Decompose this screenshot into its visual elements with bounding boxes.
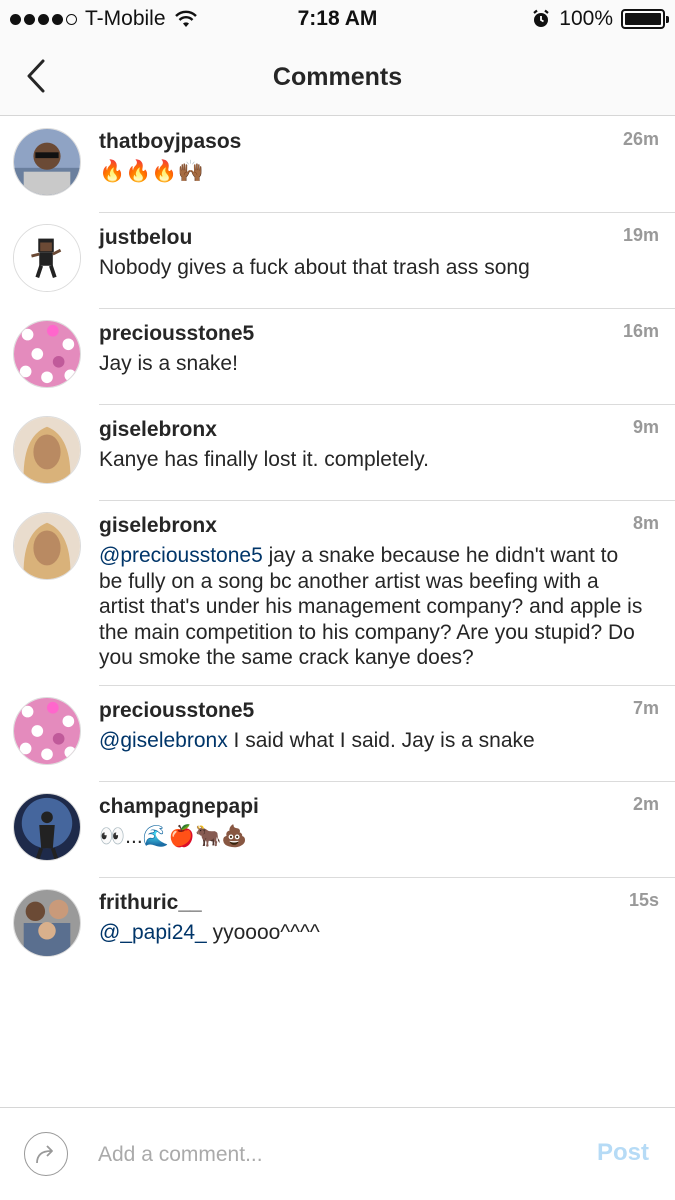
comment-text: 👀...🌊🍎🐂💩 — [99, 824, 248, 848]
battery-percent: 100% — [559, 7, 613, 30]
avatar[interactable] — [13, 792, 81, 861]
mention-link[interactable]: @preciousstone5 — [99, 544, 263, 567]
comment-item[interactable]: frithuric__ 15s @_papi24_ yyoooo^^^^ — [0, 877, 675, 973]
share-button[interactable] — [24, 1132, 68, 1176]
comment-username[interactable]: champagnepapi — [99, 794, 659, 820]
comment-text: 🔥🔥🔥🙌🏾 — [99, 160, 204, 183]
comment-text: Jay is a snake! — [99, 352, 238, 375]
comment-text: Nobody gives a fuck about that trash ass… — [99, 256, 530, 279]
avatar[interactable] — [13, 224, 81, 292]
comment-username[interactable]: justbelou — [99, 225, 659, 251]
comment-username[interactable]: preciousstone5 — [99, 321, 659, 347]
comment-item[interactable]: giselebronx 8m @preciousstone5 jay a sna… — [0, 500, 675, 686]
share-arrow-icon — [36, 1145, 53, 1164]
avatar[interactable] — [13, 696, 81, 765]
comment-body: yyoooo^^^^ — [206, 920, 320, 944]
status-bar: T-Mobile 7:18 AM 100% — [0, 0, 675, 38]
comment-time: 7m — [632, 697, 659, 718]
avatar[interactable] — [13, 416, 81, 484]
page-title: Comments — [272, 63, 403, 91]
comment-item[interactable]: thatboyjpasos 26m 🔥🔥🔥🙌🏾 — [0, 116, 675, 213]
comment-time: 8m — [632, 513, 659, 533]
comment-item[interactable]: giselebronx 9m Kanye has finally lost it… — [0, 404, 675, 501]
comment-item[interactable]: preciousstone5 7m @giselebronx I said wh… — [0, 685, 675, 782]
avatar[interactable] — [13, 888, 81, 957]
comment-item[interactable]: champagnepapi 2m 👀...🌊🍎🐂💩 — [0, 781, 675, 878]
comment-username[interactable]: thatboyjpasos — [99, 129, 659, 155]
comment-composer: Post — [0, 1107, 675, 1200]
comment-text: @giselebronx I said what I said. Jay is … — [99, 728, 659, 754]
comment-item[interactable]: justbelou 19m Nobody gives a fuck about … — [0, 212, 675, 309]
avatar[interactable] — [13, 320, 81, 388]
comment-time: 15s — [628, 889, 659, 910]
comment-username[interactable]: giselebronx — [99, 513, 659, 539]
battery-icon — [621, 9, 669, 29]
comment-time: 16m — [622, 321, 659, 341]
comment-item[interactable]: preciousstone5 16m Jay is a snake! — [0, 308, 675, 405]
comment-text: Kanye has finally lost it. completely. — [99, 448, 429, 471]
comment-username[interactable]: giselebronx — [99, 417, 659, 443]
comment-time: 26m — [622, 129, 659, 149]
alarm-icon — [533, 9, 549, 27]
comment-time: 19m — [622, 225, 659, 245]
header: Comments — [0, 38, 675, 116]
mention-link[interactable]: @giselebronx — [99, 729, 228, 752]
avatar[interactable] — [13, 128, 81, 196]
comment-text: @preciousstone5 jay a snake because he d… — [99, 543, 659, 671]
mention-link[interactable]: @_papi24_ — [99, 921, 207, 944]
post-button[interactable]: Post — [597, 1139, 649, 1167]
comments-list[interactable]: thatboyjpasos 26m 🔥🔥🔥🙌🏾 justbelou 19m No… — [0, 116, 675, 973]
avatar[interactable] — [13, 512, 81, 580]
comment-text: @_papi24_ yyoooo^^^^ — [99, 920, 659, 946]
comment-username[interactable]: frithuric__ — [99, 890, 659, 916]
status-right: 100% — [531, 7, 669, 31]
comment-time: 9m — [632, 417, 659, 437]
comment-input[interactable] — [98, 1138, 558, 1172]
comment-time: 2m — [632, 793, 659, 814]
comment-body: I said what I said. Jay is a snake — [227, 728, 535, 752]
comment-username[interactable]: preciousstone5 — [99, 698, 659, 724]
